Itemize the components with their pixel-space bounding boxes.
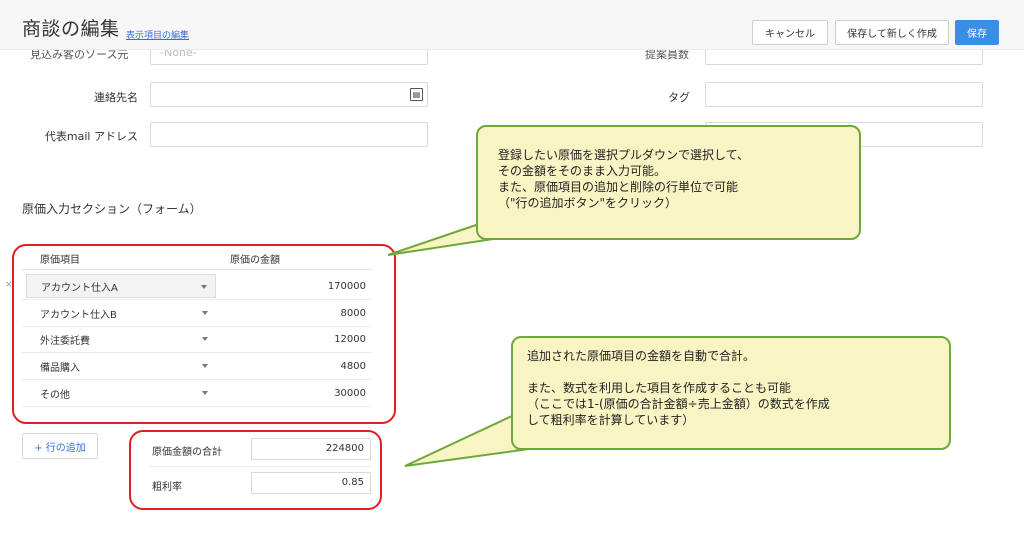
save-and-new-button[interactable]: 保存して新しく作成 <box>835 20 949 45</box>
page-title: 商談の編集 <box>22 18 120 40</box>
cost-section-title: 原価入力セクション（フォーム） <box>22 202 202 216</box>
contact-label: 連絡先名 <box>94 91 138 104</box>
edit-fields-link[interactable]: 表示項目の編集 <box>126 28 189 41</box>
top-callout: 登録したい原価を選択プルダウンで選択して、 その金額をそのまま入力可能。 また、… <box>476 125 861 240</box>
contact-card-icon[interactable]: ▤ <box>410 88 423 101</box>
tag-label: タグ <box>668 91 690 104</box>
page-header: 商談の編集 表示項目の編集 キャンセル 保存して新しく作成 保存 <box>0 0 1024 50</box>
contact-input[interactable]: ▤ <box>150 82 428 107</box>
email-input[interactable] <box>150 122 428 147</box>
tag-input[interactable] <box>705 82 983 107</box>
save-button[interactable]: 保存 <box>955 20 999 45</box>
bottom-callout: 追加された原価項目の金額を自動で合計。 また、数式を利用した項目を作成することも… <box>511 336 951 450</box>
cost-table-highlight <box>12 244 396 424</box>
bottom-callout-text: 追加された原価項目の金額を自動で合計。 また、数式を利用した項目を作成することも… <box>527 349 830 427</box>
totals-highlight <box>129 430 382 510</box>
email-label: 代表mail アドレス <box>44 130 138 143</box>
top-callout-text: 登録したい原価を選択プルダウンで選択して、 その金額をそのまま入力可能。 また、… <box>498 148 750 210</box>
cancel-button[interactable]: キャンセル <box>752 20 828 45</box>
add-row-button[interactable]: + 行の追加 <box>22 433 98 459</box>
